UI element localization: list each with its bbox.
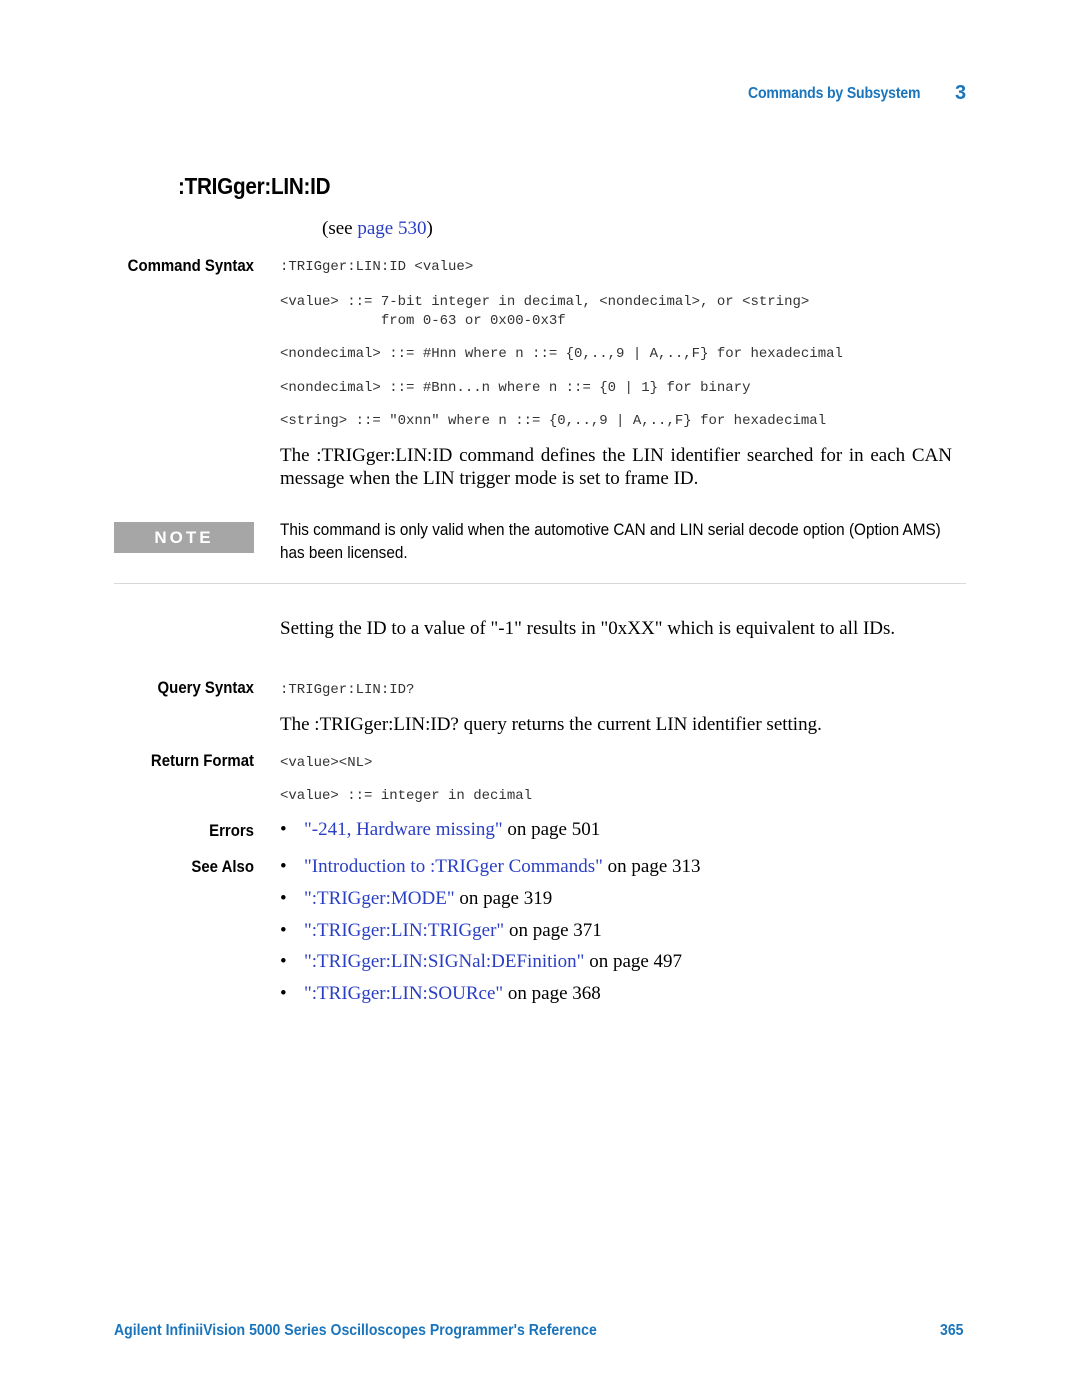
command-title: :TRIGger:LIN:ID — [178, 173, 331, 199]
nondecimal-binary-definition: <nondecimal> ::= #Bnn...n where n ::= {0… — [280, 380, 751, 396]
see-also-page-ref: on page 371 — [504, 920, 602, 941]
see-page-link[interactable]: page 530 — [357, 218, 426, 239]
errors-list-item: • "-241, Hardware missing" on page 501 — [280, 819, 600, 841]
note-divider — [114, 583, 966, 584]
see-also-page-ref: on page 368 — [503, 983, 601, 1004]
command-description: The :TRIGger:LIN:ID command defines the … — [280, 445, 952, 489]
bullet-icon: • — [280, 951, 287, 972]
bullet-icon: • — [280, 920, 287, 941]
bullet-icon: • — [280, 856, 287, 877]
see-also-label: See Also — [191, 857, 254, 876]
return-format-label: Return Format — [150, 751, 254, 770]
see-suffix: ) — [426, 218, 433, 239]
command-syntax-code: :TRIGger:LIN:ID <value> — [280, 259, 474, 275]
query-syntax-label: Query Syntax — [157, 678, 254, 697]
string-definition: <string> ::= "0xnn" where n ::= {0,..,9 … — [280, 413, 827, 429]
bullet-icon: • — [280, 819, 287, 840]
return-format-line: <value><NL> — [280, 755, 373, 771]
see-also-link[interactable]: ":TRIGger:LIN:TRIGger" — [304, 920, 504, 941]
bullet-icon: • — [280, 983, 287, 1004]
see-also-page-ref: on page 319 — [454, 888, 553, 909]
chapter-number: 3 — [955, 82, 967, 104]
footer-page-number: 365 — [940, 1322, 964, 1339]
command-syntax-label: Command Syntax — [127, 256, 254, 275]
value-definition: <value> ::= 7-bit integer in decimal, <n… — [280, 294, 810, 329]
see-also-link[interactable]: "Introduction to :TRIGger Commands" — [304, 856, 603, 877]
see-also-item: • ":TRIGger:LIN:SIGNal:DEFinition" on pag… — [280, 951, 682, 973]
see-also-link[interactable]: ":TRIGger:MODE" — [304, 888, 455, 909]
see-also-item: • ":TRIGger:LIN:SOURce" on page 368 — [280, 983, 601, 1005]
error-page-ref: on page 501 — [502, 819, 601, 840]
see-also-page-ref: on page 497 — [584, 951, 683, 972]
see-also-item: • ":TRIGger:LIN:TRIGger" on page 371 — [280, 920, 602, 942]
see-also-link[interactable]: ":TRIGger:LIN:SOURce" — [304, 983, 503, 1004]
error-link[interactable]: "-241, Hardware missing" — [304, 819, 503, 840]
nondecimal-hex-definition: <nondecimal> ::= #Hnn where n ::= {0,..,… — [280, 346, 843, 362]
footer-book-title: Agilent InfiniiVision 5000 Series Oscill… — [114, 1322, 597, 1339]
see-prefix: (see — [322, 218, 358, 239]
extra-description: Setting the ID to a value of "-1" result… — [280, 618, 896, 639]
note-text: This command is only valid when the auto… — [280, 520, 941, 562]
errors-label: Errors — [209, 821, 254, 840]
query-description: The :TRIGger:LIN:ID? query returns the c… — [280, 714, 822, 735]
see-also-page-ref: on page 313 — [602, 856, 701, 877]
see-page-reference: (see page 530) — [322, 218, 433, 240]
return-format-definition: <value> ::= integer in decimal — [280, 788, 533, 804]
running-header-section-title: Commands by Subsystem — [748, 85, 921, 102]
note-badge: NOTE — [114, 522, 254, 553]
query-syntax-code: :TRIGger:LIN:ID? — [280, 682, 415, 698]
see-also-link[interactable]: ":TRIGger:LIN:SIGNal:DEFinition" — [304, 951, 584, 972]
see-also-item: • ":TRIGger:MODE" on page 319 — [280, 888, 552, 910]
bullet-icon: • — [280, 888, 287, 909]
see-also-item: • "Introduction to :TRIGger Commands" on … — [280, 856, 701, 878]
